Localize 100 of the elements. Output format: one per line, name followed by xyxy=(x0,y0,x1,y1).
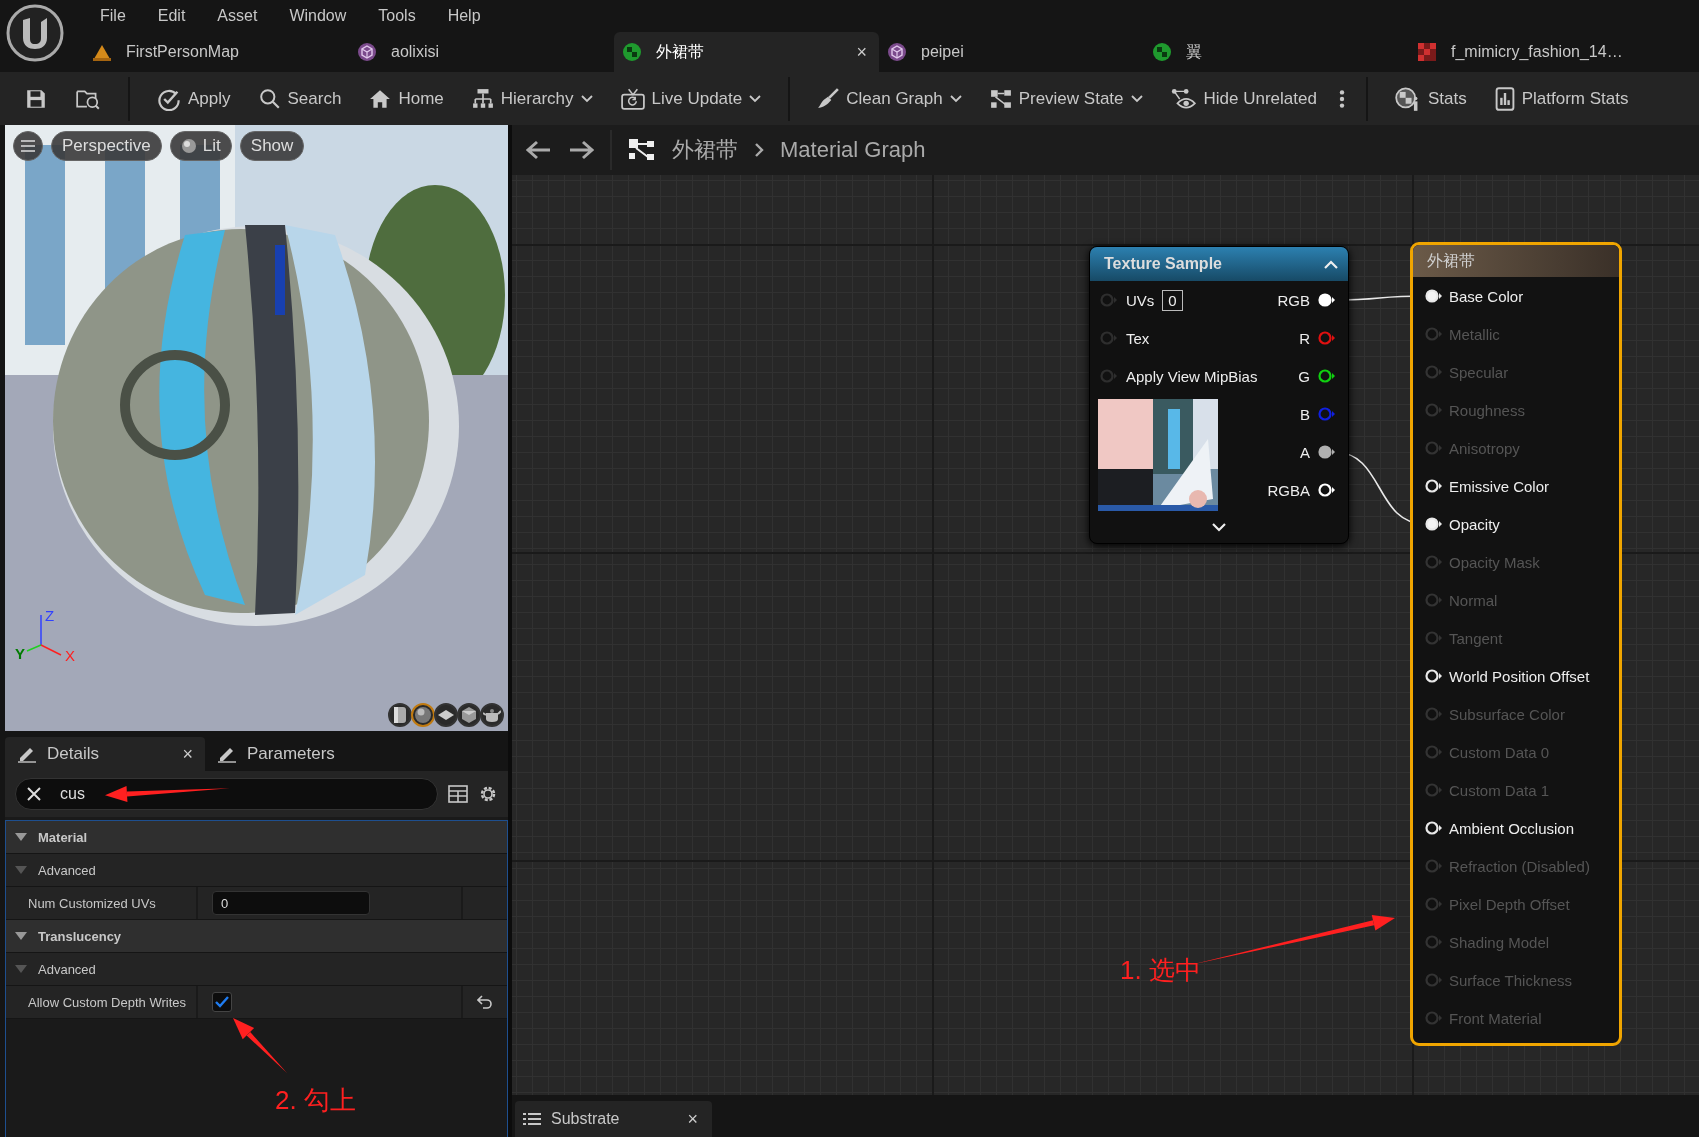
subcategory-label: Advanced xyxy=(38,961,96,977)
document-tab[interactable]: f_mimicry_fashion_14… xyxy=(1409,32,1674,72)
eye-icon xyxy=(1170,87,1197,110)
brush-icon xyxy=(817,87,840,110)
category-label: Translucency xyxy=(38,928,122,944)
triangle-down-icon[interactable] xyxy=(14,931,28,941)
tab-label: Substrate xyxy=(551,1110,621,1128)
pin-label: G xyxy=(1298,367,1310,385)
menu-item[interactable]: Help xyxy=(431,7,497,25)
more-icon[interactable] xyxy=(1337,87,1346,110)
viewport-button[interactable]: Perspective xyxy=(51,131,162,161)
tab-label: peipei xyxy=(921,43,965,61)
close-button[interactable]: × xyxy=(687,1108,698,1130)
menu-item[interactable]: Tools xyxy=(362,7,432,25)
checker-ball-icon xyxy=(622,42,642,62)
settings-icon[interactable] xyxy=(478,784,498,804)
panel-tab[interactable]: Substrate × xyxy=(515,1101,712,1137)
menu-item[interactable]: File xyxy=(84,7,142,25)
search-bar[interactable]: cus xyxy=(15,778,438,810)
cylinder-icon xyxy=(392,706,408,724)
material-node[interactable] xyxy=(1410,242,1622,1046)
graph-icon xyxy=(628,138,656,162)
pin-icon[interactable] xyxy=(1318,369,1336,383)
tab-label: aolixisi xyxy=(391,43,440,61)
axis-label: X xyxy=(65,647,75,664)
pin-label: Custom Data 1 xyxy=(1449,781,1550,799)
pin-label: Base Color xyxy=(1449,287,1524,305)
pin-label: Emissive Color xyxy=(1449,477,1550,495)
pin-label: Pixel Depth Offset xyxy=(1449,895,1570,913)
clear-icon[interactable] xyxy=(26,786,42,802)
pin-label: Subsurface Color xyxy=(1449,705,1565,723)
texture-sample-node[interactable]: Texture Sample UVs 0 Tex Apply View MipBias RGB R G B A RGBA xyxy=(1089,246,1349,544)
annotation-text: 2. 勾上 xyxy=(275,1084,356,1117)
breadcrumb-link[interactable]: 外裙带 xyxy=(672,135,738,165)
toolbar-button[interactable]: Preview State xyxy=(982,79,1150,118)
toolbar-button[interactable]: Hierarchy xyxy=(464,79,600,118)
pin-label: Tangent xyxy=(1449,629,1503,647)
uv-field[interactable]: 0 xyxy=(1162,289,1183,311)
pin-label: Surface Thickness xyxy=(1449,971,1573,989)
pin-icon[interactable] xyxy=(1425,289,1443,303)
breadcrumb-current: Material Graph xyxy=(780,137,926,163)
checkbox[interactable] xyxy=(212,992,232,1012)
list-icon xyxy=(523,1112,541,1126)
menu-item[interactable]: Asset xyxy=(201,7,274,25)
pin-label: World Position Offset xyxy=(1449,667,1590,685)
pin-icon[interactable] xyxy=(1425,821,1443,835)
panel-tab[interactable]: Parameters xyxy=(205,737,405,771)
number-field[interactable]: 0 xyxy=(212,891,370,915)
chevron-down-icon[interactable] xyxy=(1212,522,1226,532)
toolbar-button[interactable]: Live Update xyxy=(613,79,769,118)
triangle-down-icon[interactable] xyxy=(14,832,28,842)
tab-label: Parameters xyxy=(247,744,336,764)
document-tab[interactable]: 翼 xyxy=(1144,32,1409,72)
document-tab[interactable]: 外裙带 × xyxy=(614,32,879,72)
pin-icon[interactable] xyxy=(1425,517,1443,531)
pin-label: RGBA xyxy=(1267,481,1310,499)
close-button[interactable]: × xyxy=(182,743,193,765)
chevron-down-icon xyxy=(580,94,593,103)
reset-icon[interactable] xyxy=(477,995,493,1009)
back-arrow-icon[interactable] xyxy=(526,140,552,160)
pin-label: R xyxy=(1299,329,1310,347)
toolbar-button[interactable]: Home xyxy=(362,79,451,118)
pin-icon[interactable] xyxy=(1318,293,1336,307)
tab-label: 外裙带 xyxy=(656,41,705,62)
annotation-text: 1. 选中 xyxy=(1120,954,1201,987)
close-button[interactable]: × xyxy=(856,41,867,63)
pin-label: Roughness xyxy=(1449,401,1525,419)
logo-icon[interactable] xyxy=(6,4,64,62)
tab-label: f_mimicry_fashion_14… xyxy=(1451,43,1624,61)
search-icon xyxy=(258,87,281,110)
node-graph-icon xyxy=(989,87,1012,110)
menu-item[interactable]: Edit xyxy=(141,7,202,25)
chevron-down-icon xyxy=(949,94,962,103)
tv-icon xyxy=(620,87,645,110)
viewport-button[interactable]: Lit xyxy=(169,131,232,161)
document-tab[interactable]: FirstPersonMap xyxy=(84,32,349,72)
panel-tab[interactable]: Details × xyxy=(5,737,205,771)
cube-icon xyxy=(887,42,907,62)
pin-icon[interactable] xyxy=(1318,445,1336,459)
sphere-icon xyxy=(414,706,432,724)
document-tab[interactable]: peipei xyxy=(879,32,1144,72)
document-tab[interactable]: aolixisi xyxy=(349,32,614,72)
pin-icon[interactable] xyxy=(1318,483,1336,497)
pin-icon[interactable] xyxy=(1425,669,1443,683)
toolbar-button[interactable]: Stats xyxy=(1387,79,1474,118)
forward-arrow-icon[interactable] xyxy=(568,140,594,160)
toolbar-button[interactable]: Apply xyxy=(150,79,238,118)
pin-label: Anisotropy xyxy=(1449,439,1520,457)
cube-icon xyxy=(461,706,477,724)
toolbar-button[interactable]: Hide Unrelated xyxy=(1163,79,1324,118)
menu-item[interactable]: Window xyxy=(273,7,363,25)
sphere-icon xyxy=(180,138,197,154)
toolbar-button[interactable]: Search xyxy=(251,79,349,118)
table-icon[interactable] xyxy=(448,785,468,803)
chevron-up-icon[interactable] xyxy=(1324,259,1338,269)
toolbar-button[interactable]: Clean Graph xyxy=(810,79,969,118)
axis-label: Z xyxy=(45,607,55,624)
pin-icon[interactable] xyxy=(1425,479,1443,493)
plane-icon xyxy=(437,709,455,721)
toolbar-button[interactable]: Platform Stats xyxy=(1487,79,1636,118)
